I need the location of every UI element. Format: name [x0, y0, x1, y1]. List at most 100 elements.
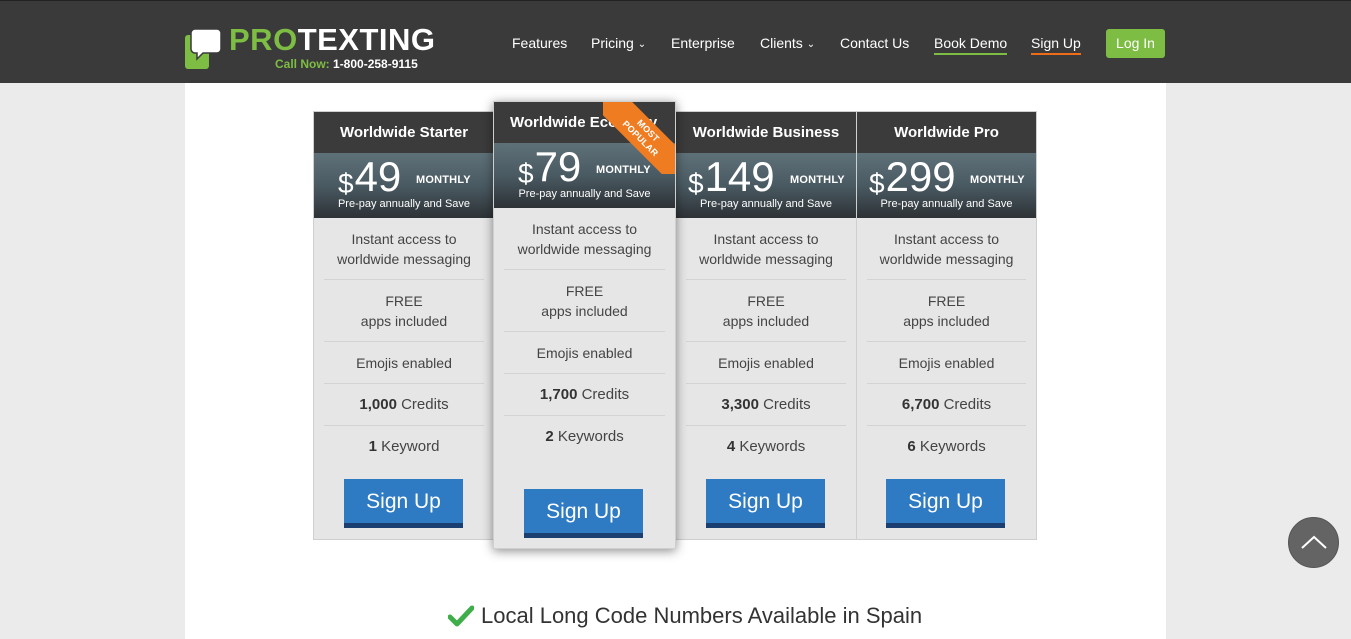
feature-apps: FREE apps included: [686, 280, 846, 342]
scroll-to-top-button[interactable]: [1288, 517, 1339, 568]
keywords-label: Keywords: [557, 428, 624, 445]
price-value: 79: [534, 143, 582, 190]
feature-apps-label: apps included: [541, 303, 628, 319]
chevron-down-icon: ⌄: [806, 39, 816, 50]
plan-price-block: $149 MONTHLY Pre-pay annually and Save: [676, 153, 856, 218]
sign-up-button[interactable]: Sign Up: [344, 479, 463, 528]
sign-up-button[interactable]: Sign Up: [886, 479, 1005, 528]
nav-clients[interactable]: Clients ⌄: [760, 34, 815, 55]
logo[interactable]: PROTEXTING Call Now: 1-800-258-9115: [185, 23, 435, 73]
sign-up-button[interactable]: Sign Up: [524, 489, 643, 538]
feature-free: FREE: [927, 293, 966, 309]
nav-book-demo[interactable]: Book Demo: [934, 34, 1008, 55]
call-now: Call Now: 1-800-258-9115: [275, 57, 418, 71]
currency-symbol: $: [518, 158, 534, 189]
feature-free: FREE: [747, 293, 785, 309]
site-header: PROTEXTING Call Now: 1-800-258-9115 Feat…: [0, 0, 1351, 83]
login-button[interactable]: Log In: [1106, 29, 1165, 58]
checkmark-icon: [448, 605, 474, 627]
keywords-count: 4: [726, 438, 736, 455]
call-now-label: Call Now:: [275, 57, 330, 71]
chevron-up-icon: [1301, 535, 1327, 549]
feature-keywords: 4 Keywords: [686, 426, 846, 468]
most-popular-ribbon: MOST POPULAR: [603, 102, 675, 174]
keywords-label: Keywords: [919, 438, 986, 455]
nav-pricing[interactable]: Pricing ⌄: [591, 34, 646, 55]
availability-text: Local Long Code Numbers Available in Spa…: [481, 603, 923, 628]
feature-keywords: 1 Keyword: [324, 426, 484, 468]
feature-list: Instant access to worldwide messaging FR…: [857, 218, 1036, 468]
logo-speech-bubble-icon: [185, 29, 221, 69]
price-value: 299: [885, 153, 956, 200]
feature-apps-label: apps included: [722, 313, 810, 329]
feature-apps-label: apps included: [903, 313, 990, 329]
credits-count: 1,700: [539, 386, 578, 403]
currency-symbol: $: [338, 168, 354, 199]
ribbon-line-2: POPULAR: [620, 118, 661, 159]
price-note: Pre-pay annually and Save: [699, 198, 833, 210]
feature-worldwide: Instant access to worldwide messaging: [324, 218, 484, 280]
nav-features-label: Features: [512, 35, 568, 51]
price-note: Pre-pay annually and Save: [880, 198, 1013, 210]
price-value: 49: [354, 153, 402, 200]
currency-symbol: $: [869, 168, 885, 199]
price-period: MONTHLY: [416, 174, 471, 186]
currency-symbol: $: [688, 168, 704, 199]
plan-card-business: Worldwide Business $149 MONTHLY Pre-pay …: [675, 111, 857, 540]
keywords-count: 6: [907, 438, 916, 455]
nav-contact-us[interactable]: Contact Us: [840, 34, 909, 52]
logo-texting-text: TEXTING: [297, 22, 436, 57]
feature-list: Instant access to worldwide messaging FR…: [676, 218, 856, 468]
feature-apps: FREE apps included: [867, 280, 1026, 342]
credits-label: Credits: [763, 396, 811, 413]
plan-title: Worldwide Starter: [314, 112, 494, 153]
sign-up-button[interactable]: Sign Up: [706, 479, 825, 528]
plan-price: $299: [869, 155, 956, 204]
credits-label: Credits: [401, 396, 449, 413]
feature-emojis: Emojis enabled: [686, 342, 846, 384]
nav-book-demo-label: Book Demo: [934, 35, 1008, 51]
feature-credits: 1,700 Credits: [504, 374, 665, 416]
nav-features[interactable]: Features: [512, 34, 567, 52]
price-note: Pre-pay annually and Save: [518, 188, 651, 200]
feature-worldwide: Instant access to worldwide messaging: [504, 208, 665, 270]
feature-free: FREE: [385, 293, 423, 309]
keywords-label: Keywords: [739, 438, 806, 455]
feature-credits: 1,000 Credits: [324, 384, 484, 426]
ribbon-label: MOST POPULAR: [603, 102, 675, 174]
price-period: MONTHLY: [790, 174, 845, 186]
plan-price-block: $299 MONTHLY Pre-pay annually and Save: [857, 153, 1036, 218]
feature-emojis: Emojis enabled: [504, 332, 665, 374]
credits-label: Credits: [943, 396, 992, 413]
plan-price: $49: [338, 155, 401, 204]
price-note: Pre-pay annually and Save: [337, 198, 471, 210]
feature-free: FREE: [565, 283, 604, 299]
nav-enterprise[interactable]: Enterprise: [671, 34, 735, 52]
plan-title: Worldwide Pro: [857, 112, 1036, 153]
feature-keywords: 6 Keywords: [867, 426, 1026, 468]
feature-worldwide: Instant access to worldwide messaging: [686, 218, 846, 280]
phone-number[interactable]: 1-800-258-9115: [333, 57, 418, 71]
feature-keywords: 2 Keywords: [504, 416, 665, 458]
price-value: 149: [704, 153, 775, 200]
plan-price: $79: [518, 145, 581, 194]
pricing-section: Worldwide Starter $49 MONTHLY Pre-pay an…: [185, 83, 1166, 639]
feature-list: Instant access to worldwide messaging FR…: [494, 208, 675, 458]
nav-sign-up[interactable]: Sign Up: [1031, 34, 1081, 55]
plan-card-starter: Worldwide Starter $49 MONTHLY Pre-pay an…: [313, 111, 495, 540]
chevron-down-icon: ⌄: [637, 39, 647, 50]
keywords-count: 2: [545, 428, 554, 445]
plan-price: $149: [688, 155, 775, 204]
feature-credits: 6,700 Credits: [867, 384, 1026, 426]
credits-label: Credits: [581, 386, 630, 403]
feature-emojis: Emojis enabled: [867, 342, 1026, 384]
keywords-label: Keyword: [381, 438, 440, 455]
credits-count: 1,000: [359, 396, 397, 413]
nav-sign-up-label: Sign Up: [1031, 35, 1081, 51]
feature-apps: FREE apps included: [324, 280, 484, 342]
plan-title: Worldwide Business: [676, 112, 856, 153]
nav-clients-label: Clients: [760, 35, 803, 51]
keywords-count: 1: [368, 438, 377, 455]
logo-wordmark: PROTEXTING: [229, 23, 436, 57]
nav-pricing-label: Pricing: [591, 35, 634, 51]
